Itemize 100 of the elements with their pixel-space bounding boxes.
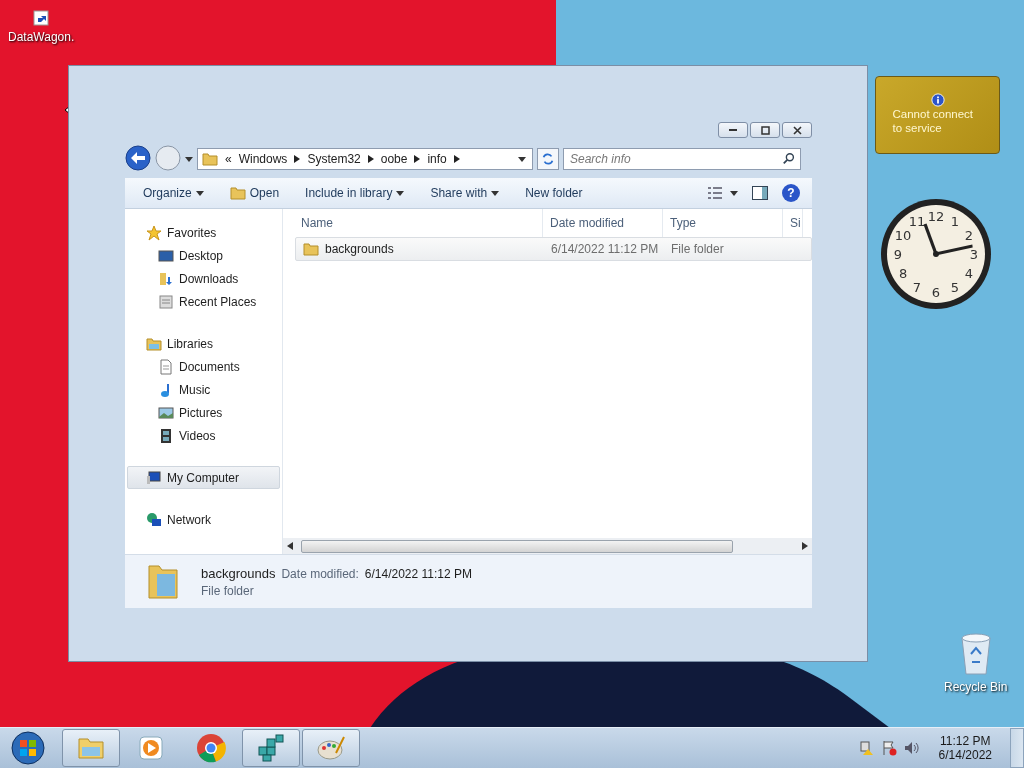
caret-icon (195, 189, 204, 197)
horizontal-scrollbar[interactable] (283, 538, 812, 554)
address-bar[interactable]: « Windows System32 oobe info (197, 148, 533, 170)
clock-numeral: 12 (927, 209, 945, 224)
sidebar-item[interactable]: Music (127, 378, 280, 401)
sidebar-item[interactable]: Recent Places (127, 290, 280, 313)
close-button[interactable] (782, 122, 812, 138)
sidebar-item[interactable]: Network (127, 508, 280, 531)
info-icon (930, 93, 945, 107)
clock-numeral: 6 (931, 285, 941, 300)
picture-icon (158, 404, 174, 421)
clock-numeral: 9 (893, 247, 903, 262)
tray-clock[interactable]: 11:12 PM 6/14/2022 (938, 734, 992, 762)
clock-numeral: 4 (964, 266, 974, 281)
file-type: File folder (670, 242, 725, 256)
breadcrumb-item[interactable]: System32 (307, 152, 361, 166)
view-options-button[interactable] (708, 187, 738, 199)
network-tray-icon (858, 740, 875, 756)
folder-icon (202, 151, 218, 167)
breadcrumb-item[interactable]: oobe (380, 152, 408, 166)
taskbar-button[interactable] (62, 729, 120, 767)
file-date: 6/14/2022 11:12 PM (550, 242, 660, 256)
help-button[interactable]: ? (782, 184, 800, 202)
open-folder-icon (229, 185, 246, 201)
details-name: backgrounds (201, 565, 276, 581)
scroll-left-icon (287, 542, 293, 550)
cubes-icon (256, 733, 286, 763)
sidebar-item[interactable]: Favorites (127, 221, 280, 244)
minimize-icon (729, 129, 737, 131)
sidebar-item[interactable]: Desktop (127, 244, 280, 267)
clock-numeral: 10 (894, 228, 912, 243)
sidebar-item[interactable]: My Computer (127, 466, 280, 489)
windows-orb-icon (11, 731, 45, 765)
recent-places-icon (158, 293, 174, 310)
recycle-bin-icon (958, 632, 993, 676)
details-date: 6/14/2022 11:12 PM (364, 566, 473, 581)
toolbar-button[interactable]: Share with (422, 182, 508, 204)
clock-numeral: 5 (950, 279, 960, 295)
clock-numeral: 1 (950, 214, 960, 230)
film-icon (158, 427, 174, 444)
sidebar-item[interactable]: Pictures (127, 401, 280, 424)
library-folder-icon (146, 335, 162, 352)
toolbar-button[interactable]: Include in library (297, 182, 413, 204)
back-button[interactable] (125, 144, 151, 174)
clock-numeral: 7 (912, 279, 922, 295)
file-row[interactable]: backgrounds 6/14/2022 11:12 PM File folder (295, 237, 812, 261)
maximize-button[interactable] (750, 122, 780, 138)
close-icon (792, 125, 802, 135)
play-icon (138, 735, 164, 761)
desktop-icon-label: Recycle Bin (944, 680, 1008, 694)
desktop-icon-label: DataWagon. (8, 30, 75, 44)
breadcrumb-item[interactable]: info (427, 152, 447, 166)
clock-numeral: 2 (964, 228, 974, 243)
chevron-right-icon (414, 155, 421, 163)
sidebar-item[interactable]: Downloads (127, 267, 280, 290)
scroll-right-icon (802, 542, 808, 550)
sidebar-item[interactable]: Videos (127, 424, 280, 447)
details-type: File folder (201, 583, 255, 598)
maximize-icon (760, 125, 770, 135)
scrollbar-thumb[interactable] (301, 540, 733, 553)
clock-numeral: 8 (898, 266, 908, 281)
caret-icon (491, 189, 500, 197)
sidebar-item[interactable]: Libraries (127, 332, 280, 355)
clock-numeral: 3 (969, 247, 979, 262)
circle-icon (155, 144, 181, 171)
toolbar-button[interactable]: New folder (517, 182, 591, 204)
clock-numeral: 11 (908, 214, 926, 230)
document-icon (158, 358, 174, 375)
shortcut-icon (33, 10, 50, 26)
desktop-icon[interactable]: DataWagon. (8, 10, 75, 44)
computer-icon (146, 469, 162, 486)
monitor-icon (158, 247, 174, 264)
refresh-button[interactable] (537, 148, 559, 170)
download-folder-icon (158, 270, 174, 287)
minimize-button[interactable] (718, 122, 748, 138)
speaker-icon (902, 740, 919, 756)
folder-icon (303, 241, 319, 257)
toolbar-button[interactable]: Open (221, 181, 288, 205)
chevron-right-icon (294, 155, 301, 163)
taskbar-button[interactable] (242, 729, 300, 767)
file-name: backgrounds (325, 242, 394, 256)
taskbar-button[interactable] (302, 729, 360, 767)
breadcrumb-overflow[interactable]: « (225, 152, 232, 166)
tray-time: 11:12 PM (940, 734, 991, 748)
toolbar-button[interactable]: Organize (135, 182, 212, 204)
pane-icon (752, 186, 768, 200)
preview-pane-button[interactable] (752, 186, 768, 200)
search-field[interactable]: Search info (563, 148, 801, 170)
caret-icon (730, 189, 738, 197)
chevron-right-icon (453, 155, 460, 163)
sidebar-item[interactable]: Documents (127, 355, 280, 378)
caret-icon (185, 155, 193, 163)
search-icon (782, 152, 796, 166)
refresh-icon (541, 152, 555, 166)
breadcrumb-item[interactable]: Windows (238, 152, 288, 166)
tray-date: 6/14/2022 (938, 748, 992, 762)
caret-icon (396, 189, 405, 197)
gadget-message: Cannot connect to service (892, 107, 975, 135)
flag-icon (880, 740, 897, 756)
chevron-right-icon (367, 155, 374, 163)
